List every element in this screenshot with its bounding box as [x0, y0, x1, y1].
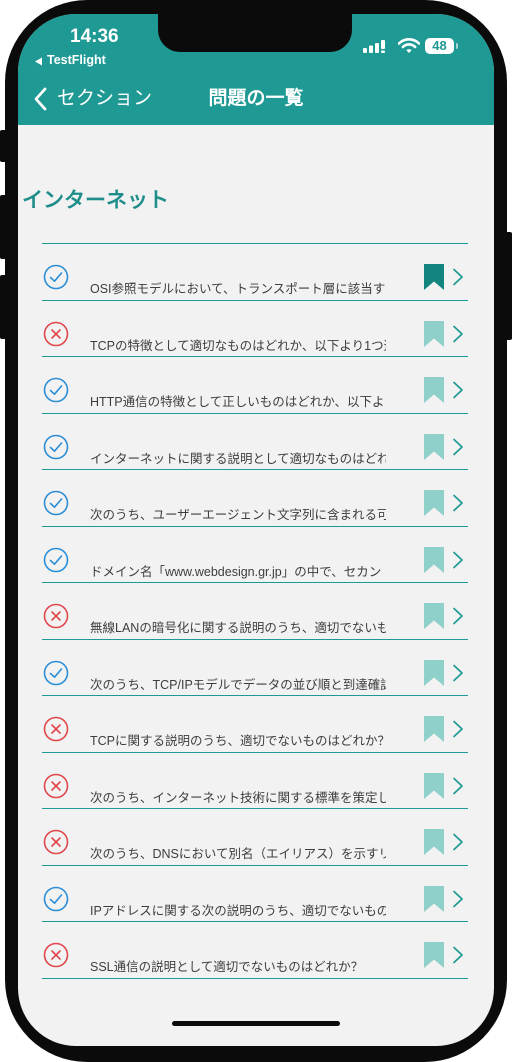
question-row[interactable]: 次のうち、TCP/IPモデルでデータの並び順と到達確認 [42, 640, 468, 696]
question-text: TCPに関する説明のうち、適切でないものはどれか？ [90, 734, 386, 748]
question-text: インターネットに関する説明として適切なものはどれ [90, 451, 386, 466]
back-to-app-link[interactable]: TestFlight [47, 53, 106, 67]
bookmark-filled-icon[interactable] [424, 264, 444, 290]
x-circle-icon [43, 716, 69, 742]
question-row[interactable]: ドメイン名「www.webdesign.gr.jp」の中で、セカン [42, 527, 468, 583]
bookmark-icon[interactable] [424, 885, 444, 912]
question-row[interactable]: IPアドレスに関する次の説明のうち、適切でないもの [42, 866, 468, 922]
bookmark-icon[interactable] [424, 546, 444, 573]
chevron-right-icon[interactable] [452, 720, 464, 738]
bookmark-icon[interactable] [424, 716, 444, 742]
question-row[interactable]: TCPに関する説明のうち、適切でないものはどれか？ [42, 696, 468, 753]
x-circle-icon [43, 942, 69, 968]
question-text: 次のうち、DNSにおいて別名（エイリアス）を示すリ [90, 847, 386, 861]
bookmark-icon[interactable] [424, 603, 444, 629]
section-title: インターネット [22, 189, 169, 212]
question-row[interactable]: HTTP通信の特徴として正しいものはどれか、以下よ [42, 357, 468, 414]
question-row[interactable]: 次のうち、DNSにおいて別名（エイリアス）を示すリ [42, 809, 468, 866]
chevron-right-icon[interactable] [452, 494, 464, 512]
question-row[interactable]: 無線LANの暗号化に関する説明のうち、適切でないも [42, 583, 468, 640]
x-circle-icon [43, 321, 69, 346]
question-text: 次のうち、ユーザーエージェント文字列に含まれる可 [90, 508, 386, 522]
check-circle-icon [43, 660, 69, 685]
check-circle-icon [43, 490, 69, 516]
chevron-right-icon[interactable] [452, 268, 464, 286]
question-row[interactable]: OSI参照モデルにおいて、トランスポート層に該当する [42, 244, 468, 301]
bookmark-icon[interactable] [424, 433, 444, 460]
silent-switch [0, 130, 8, 162]
question-text: OSI参照モデルにおいて、トランスポート層に該当する [90, 282, 386, 296]
question-row[interactable]: 次のうち、ユーザーエージェント文字列に含まれる可 [42, 470, 468, 527]
x-circle-icon [43, 829, 69, 855]
bookmark-icon[interactable] [424, 490, 444, 516]
x-circle-icon [43, 773, 69, 798]
page-title: 問題の一覧 [208, 88, 304, 109]
check-circle-icon [43, 886, 69, 911]
home-indicator[interactable] [172, 1021, 340, 1026]
check-circle-icon [43, 264, 69, 290]
status-time: 14:36 [70, 26, 119, 47]
wifi-icon [398, 38, 420, 53]
question-text: 次のうち、インターネット技術に関する標準を策定し [90, 790, 386, 805]
x-circle-icon [43, 603, 69, 629]
chevron-right-icon[interactable] [452, 664, 464, 682]
chevron-right-icon[interactable] [452, 777, 464, 795]
check-circle-icon [43, 547, 69, 572]
chevron-right-icon[interactable] [452, 890, 464, 908]
chevron-left-icon [34, 87, 47, 111]
question-row[interactable]: TCPの特徴として適切なものはどれか、以下より1つ選 [42, 301, 468, 357]
screen: 14:36 TestFlight 48 セクション 問題の一覧 インターネット [18, 14, 494, 1046]
question-text: TCPの特徴として適切なものはどれか、以下より1つ選 [90, 338, 386, 353]
back-label: セクション [57, 88, 153, 109]
app-header: 14:36 TestFlight 48 セクション 問題の一覧 [18, 14, 494, 125]
chevron-right-icon[interactable] [452, 946, 464, 964]
bookmark-icon[interactable] [424, 829, 444, 855]
chevron-right-icon[interactable] [452, 438, 464, 456]
check-circle-icon [43, 434, 69, 459]
battery-nub [456, 43, 458, 49]
question-list: OSI参照モデルにおいて、トランスポート層に該当する TCPの特徴として適切なもの… [42, 243, 468, 979]
chevron-right-icon[interactable] [452, 607, 464, 625]
question-text: HTTP通信の特徴として正しいものはどれか、以下よ [90, 395, 385, 409]
volume-up-button [0, 195, 8, 259]
bookmark-icon[interactable] [424, 942, 444, 968]
chevron-right-icon[interactable] [452, 325, 464, 343]
question-row[interactable]: 次のうち、インターネット技術に関する標準を策定し [42, 753, 468, 809]
chevron-right-icon[interactable] [452, 551, 464, 569]
back-triangle-icon[interactable] [34, 57, 43, 66]
chevron-right-icon[interactable] [452, 381, 464, 399]
question-row[interactable]: SSL通信の説明として適切でないものはどれか？ [42, 922, 468, 979]
power-button [504, 232, 512, 340]
notch [158, 14, 352, 52]
volume-down-button [0, 275, 8, 339]
question-row[interactable]: インターネットに関する説明として適切なものはどれ [42, 414, 468, 470]
bookmark-icon[interactable] [424, 377, 444, 403]
battery-icon: 48 [425, 38, 454, 54]
question-text: ドメイン名「www.webdesign.gr.jp」の中で、セカン [90, 564, 382, 579]
question-text: 無線LANの暗号化に関する説明のうち、適切でないも [90, 621, 386, 635]
back-button[interactable]: セクション [30, 84, 160, 114]
chevron-right-icon[interactable] [452, 833, 464, 851]
check-circle-icon [43, 377, 69, 403]
bookmark-icon[interactable] [424, 772, 444, 799]
bookmark-icon[interactable] [424, 659, 444, 686]
signal-icon [363, 40, 385, 53]
question-text: IPアドレスに関する次の説明のうち、適切でないもの [90, 903, 386, 918]
bookmark-icon[interactable] [424, 320, 444, 347]
question-text: SSL通信の説明として適切でないものはどれか？ [90, 960, 364, 974]
question-text: 次のうち、TCP/IPモデルでデータの並び順と到達確認 [90, 677, 386, 692]
